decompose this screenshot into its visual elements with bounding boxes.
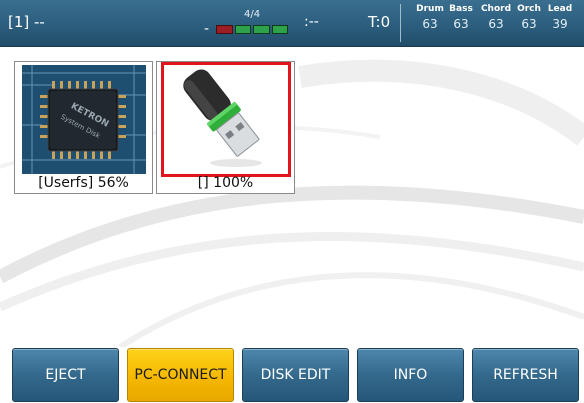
- time-signature: 4/4: [244, 9, 261, 20]
- mixer-label: Lead: [547, 4, 573, 14]
- pc-connect-button[interactable]: PC-CONNECT: [127, 348, 234, 402]
- eject-button[interactable]: EJECT: [12, 348, 119, 402]
- drive-label: [Userfs] 56%: [38, 175, 129, 191]
- key-indicator: :--: [304, 14, 319, 30]
- beat-led: [271, 25, 288, 34]
- beat-led: [216, 25, 233, 34]
- song-indicator: [1] --: [8, 13, 45, 31]
- mixer-levels: Drum 63 Bass 63 Chord 63 Orch 63 Lead 39: [408, 4, 584, 44]
- beat-led: [253, 25, 270, 34]
- mixer-value: 39: [552, 17, 568, 31]
- usb-drive-icon: [161, 62, 291, 177]
- drive-label: [] 100%: [197, 175, 254, 191]
- drive-usb[interactable]: [] 100%: [156, 61, 295, 194]
- info-button[interactable]: INFO: [357, 348, 464, 402]
- drive-internal[interactable]: KETRON System Disk [Userfs] 56%: [14, 61, 153, 194]
- header-divider: [400, 4, 401, 42]
- refresh-button[interactable]: REFRESH: [472, 348, 579, 402]
- disk-edit-button[interactable]: DISK EDIT: [242, 348, 349, 402]
- transpose-indicator: T:0: [368, 13, 391, 31]
- bar-counter: -: [204, 21, 210, 37]
- beat-led: [234, 25, 251, 34]
- status-header: [1] -- - 4/4 :-- T:0 Drum 63 Bass 63 Cho…: [0, 0, 584, 47]
- beat-meter: [216, 25, 288, 34]
- internal-disk-chip-icon: KETRON System Disk: [22, 65, 146, 174]
- mixer-lead: Lead 39: [538, 4, 582, 31]
